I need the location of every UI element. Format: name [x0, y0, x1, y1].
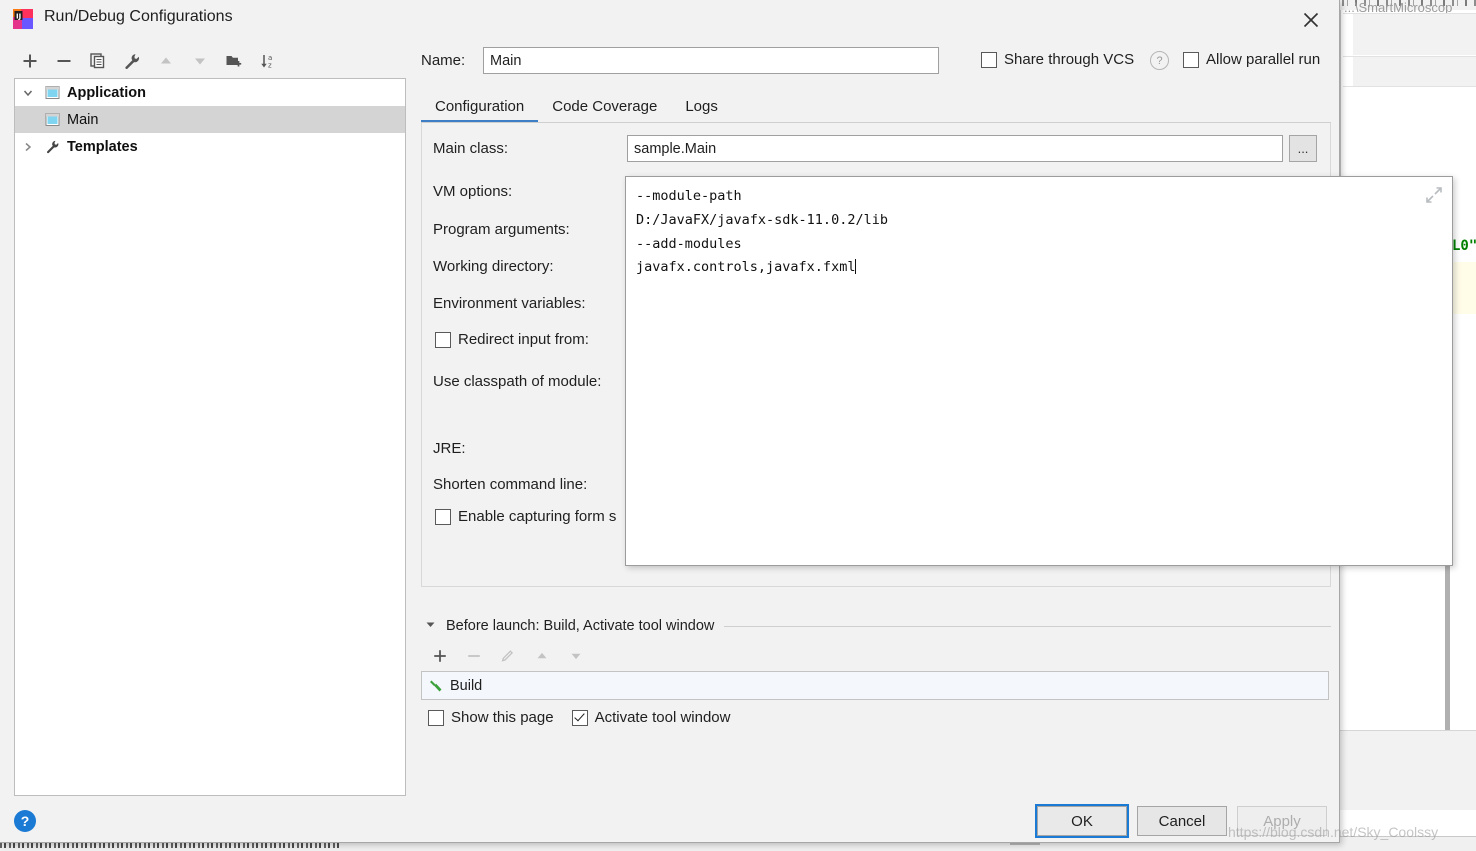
before-launch-task-label: Build	[450, 677, 483, 694]
edit-task-button[interactable]	[492, 642, 524, 670]
enable-capturing-form-snapshots-checkbox[interactable]: Enable capturing form s	[435, 508, 616, 525]
edit-templates-button[interactable]	[116, 47, 148, 75]
move-up-button[interactable]	[150, 47, 182, 75]
vm-options-line-4: javafx.controls,javafx.fxml	[636, 259, 856, 276]
configurations-toolbar: a z	[14, 46, 394, 76]
task-move-up-button[interactable]	[526, 642, 558, 670]
vm-options-label: VM options:	[433, 183, 513, 200]
dialog-titlebar: IJ Run/Debug Configurations	[0, 0, 1339, 38]
config-tabs: Configuration Code Coverage Logs	[421, 88, 1331, 123]
triangle-down-icon[interactable]	[425, 617, 436, 635]
checkbox-box	[435, 508, 451, 525]
tab-configuration[interactable]: Configuration	[421, 98, 539, 123]
vm-options-line-2: D:/JavaFX/javafx-sdk-11.0.2/lib	[636, 211, 888, 228]
collapse-icon[interactable]	[1424, 185, 1444, 205]
before-launch-toolbar	[424, 643, 592, 669]
redirect-input-from-checkbox[interactable]: Redirect input from:	[435, 331, 589, 348]
before-launch-header: Before launch: Build, Activate tool wind…	[421, 616, 1331, 636]
copy-configuration-button[interactable]	[82, 47, 114, 75]
add-configuration-button[interactable]	[14, 47, 46, 75]
before-launch-task-list[interactable]: Build	[421, 671, 1329, 700]
name-label: Name:	[421, 52, 466, 69]
question-mark-icon[interactable]: ?	[1150, 51, 1169, 70]
background-highlight-line	[1450, 262, 1476, 314]
text-caret	[855, 259, 857, 275]
background-row-line-2	[1343, 56, 1476, 57]
tree-item-label: Application	[67, 84, 146, 101]
background-row-line-3	[1343, 86, 1476, 87]
help-button[interactable]: ?	[14, 810, 36, 832]
application-icon	[41, 79, 63, 106]
ok-button[interactable]: OK	[1035, 804, 1129, 838]
checkbox-box	[1183, 51, 1199, 68]
working-directory-label: Working directory:	[433, 258, 554, 275]
task-move-down-button[interactable]	[560, 642, 592, 670]
chevron-right-icon[interactable]	[15, 133, 41, 160]
background-row-line-1	[1343, 13, 1476, 14]
configurations-tree: Application Main Templates	[14, 78, 406, 796]
remove-task-button[interactable]	[458, 642, 490, 670]
before-launch-options: Show this page Activate tool window	[428, 709, 730, 726]
remove-configuration-button[interactable]	[48, 47, 80, 75]
intellij-idea-logo-icon: IJ	[12, 8, 34, 30]
enable-capturing-label: Enable capturing form s	[458, 508, 617, 525]
background-lower-panel	[1340, 730, 1476, 811]
shorten-command-line-label: Shorten command line:	[433, 476, 588, 493]
share-through-vcs-label: Share through VCS	[1004, 51, 1135, 68]
checkbox-box	[428, 709, 444, 726]
svg-text:z: z	[268, 62, 272, 70]
use-classpath-of-module-label: Use classpath of module:	[433, 373, 602, 390]
tree-item-label: Main	[67, 111, 99, 128]
tree-item-templates[interactable]: Templates	[15, 133, 405, 160]
chevron-down-icon[interactable]	[15, 79, 41, 106]
dialog-title: Run/Debug Configurations	[44, 8, 233, 25]
activate-tool-window-label: Activate tool window	[594, 709, 731, 726]
wrench-icon	[41, 133, 63, 160]
tab-code-coverage[interactable]: Code Coverage	[538, 98, 671, 123]
before-launch-title: Before launch: Build, Activate tool wind…	[446, 618, 715, 634]
share-vcs-help-icon[interactable]: ?	[1150, 51, 1169, 70]
sort-configurations-button[interactable]: a z	[252, 47, 284, 75]
name-input[interactable]	[483, 47, 939, 74]
watermark: https://blog.csdn.net/Sky_Coolssy	[1228, 824, 1439, 840]
close-icon[interactable]	[1297, 6, 1325, 34]
environment-variables-label: Environment variables:	[433, 295, 586, 312]
application-icon	[41, 106, 63, 133]
jre-label: JRE:	[433, 440, 466, 457]
checkbox-box	[571, 709, 588, 726]
vm-options-line-3: --add-modules	[636, 235, 742, 252]
main-class-input[interactable]	[627, 135, 1283, 162]
run-debug-configurations-dialog: IJ Run/Debug Configurations a z Applicat…	[0, 0, 1453, 843]
tab-logs[interactable]: Logs	[671, 98, 732, 123]
allow-parallel-run-label: Allow parallel run	[1206, 51, 1321, 68]
checkbox-box	[981, 51, 997, 68]
show-this-page-label: Show this page	[451, 709, 554, 726]
share-through-vcs-checkbox[interactable]: Share through VCS	[981, 51, 1134, 68]
tree-item-main[interactable]: Main	[15, 106, 405, 133]
hammer-icon	[422, 678, 450, 694]
checkbox-box	[435, 331, 451, 348]
background-block-2	[1353, 56, 1476, 86]
vm-options-text[interactable]: --module-path D:/JavaFX/javafx-sdk-11.0.…	[636, 185, 1412, 280]
redirect-input-from-label: Redirect input from:	[458, 331, 589, 348]
show-this-page-checkbox[interactable]: Show this page	[428, 709, 554, 726]
activate-tool-window-checkbox[interactable]: Activate tool window	[571, 709, 731, 726]
main-class-browse-button[interactable]: ...	[1289, 135, 1317, 162]
vm-options-popup-editor[interactable]: --module-path D:/JavaFX/javafx-sdk-11.0.…	[625, 176, 1453, 566]
create-folder-button[interactable]	[218, 47, 250, 75]
vm-options-line-1: --module-path	[636, 188, 742, 204]
tree-item-label: Templates	[67, 138, 138, 155]
add-task-button[interactable]	[424, 642, 456, 670]
move-down-button[interactable]	[184, 47, 216, 75]
svg-text:IJ: IJ	[16, 13, 21, 21]
cancel-button[interactable]: Cancel	[1137, 806, 1227, 836]
tree-item-application[interactable]: Application	[15, 79, 405, 106]
allow-parallel-run-checkbox[interactable]: Allow parallel run	[1183, 51, 1320, 68]
main-class-label: Main class:	[433, 140, 509, 157]
background-block-1	[1353, 13, 1476, 55]
before-launch-divider	[724, 625, 1331, 627]
program-arguments-label: Program arguments:	[433, 221, 570, 238]
background-code-token: L0"	[1452, 238, 1476, 254]
